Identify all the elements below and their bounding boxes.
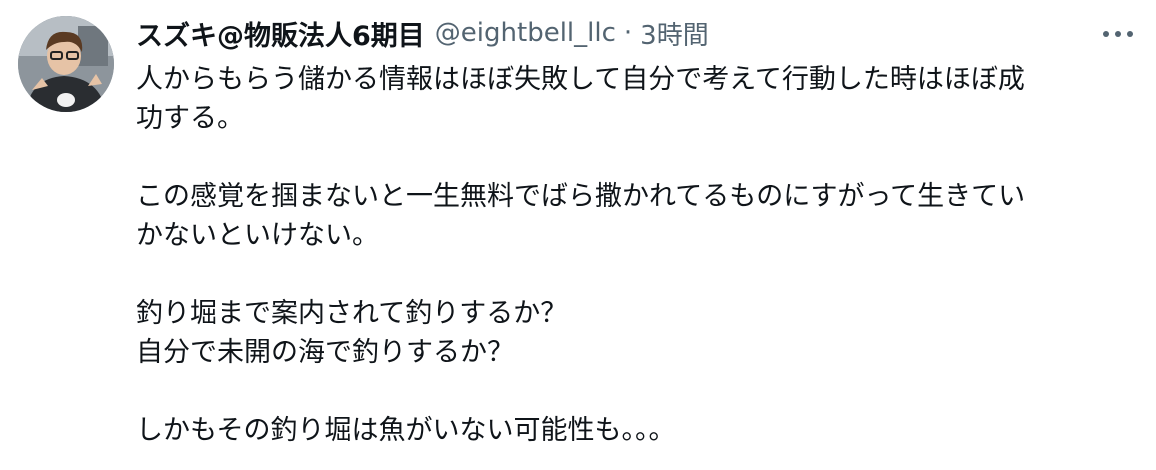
tweet-text: 人からもらう儲かる情報はほぼ失敗して自分で考えて行動した時はほぼ成 功する。 こ…: [136, 60, 1136, 450]
tweet-line: 功する。: [136, 103, 244, 134]
tweet-line: 釣り堀まで案内されて釣りするか？: [136, 298, 568, 329]
timestamp-link[interactable]: 3時間: [640, 15, 709, 52]
separator-dot: ·: [623, 18, 633, 48]
tweet-paragraph: 人からもらう儲かる情報はほぼ失敗して自分で考えて行動した時はほぼ成 功する。: [136, 60, 1136, 138]
tweet-paragraph: 釣り堀まで案内されて釣りするか？ 自分で未開の海で釣りするか？: [136, 294, 1136, 372]
avatar[interactable]: [18, 16, 114, 112]
tweet-paragraph: しかもその釣り堀は魚がいない可能性も。。。: [136, 411, 1136, 450]
tweet[interactable]: スズキ@物販法人6期目 @eightbell_llc · 3時間 人からもらう儲…: [0, 0, 1156, 470]
tweet-line: しかもその釣り堀は魚がいない可能性も。。。: [136, 415, 676, 446]
display-name[interactable]: スズキ@物販法人6期目: [136, 14, 425, 53]
tweet-line: この感覚を掴まないと一生無料でばら撒かれてるものにすがって生きてい: [136, 181, 1026, 212]
tweet-line: かないといけない。: [136, 220, 379, 251]
avatar-photo: [18, 16, 114, 112]
tweet-line: 自分で未開の海で釣りするか？: [136, 337, 514, 368]
more-icon: [1103, 31, 1133, 37]
tweet-paragraph: この感覚を掴まないと一生無料でばら撒かれてるものにすがって生きてい かないといけ…: [136, 177, 1136, 255]
tweet-line: 人からもらう儲かる情報はほぼ失敗して自分で考えて行動した時はほぼ成: [136, 64, 1025, 95]
tweet-content: スズキ@物販法人6期目 @eightbell_llc · 3時間 人からもらう儲…: [136, 10, 1136, 470]
tweet-header: スズキ@物販法人6期目 @eightbell_llc · 3時間: [136, 10, 1136, 56]
user-handle[interactable]: @eightbell_llc: [435, 18, 616, 48]
more-options-button[interactable]: [1098, 20, 1138, 48]
